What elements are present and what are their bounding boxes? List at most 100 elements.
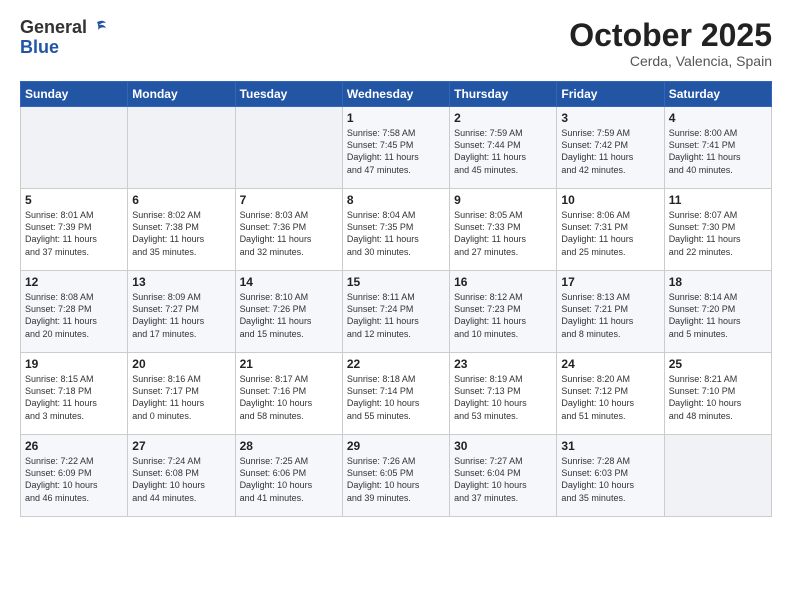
day-number: 16 [454, 275, 552, 289]
day-number: 8 [347, 193, 445, 207]
day-number: 24 [561, 357, 659, 371]
day-info: Sunrise: 8:15 AM Sunset: 7:18 PM Dayligh… [25, 373, 123, 422]
calendar-cell: 19Sunrise: 8:15 AM Sunset: 7:18 PM Dayli… [21, 353, 128, 435]
calendar-cell: 30Sunrise: 7:27 AM Sunset: 6:04 PM Dayli… [450, 435, 557, 517]
weekday-header-saturday: Saturday [664, 82, 771, 107]
day-number: 1 [347, 111, 445, 125]
day-info: Sunrise: 8:03 AM Sunset: 7:36 PM Dayligh… [240, 209, 338, 258]
calendar-week-5: 26 Sunrise: 7:22 AM Sunset: 6:09 PM Dayli… [21, 435, 772, 517]
day-info: Sunrise: 8:11 AM Sunset: 7:24 PM Dayligh… [347, 291, 445, 340]
logo-blue: Blue [20, 38, 107, 58]
calendar-cell: 23 Sunrise: 8:19 AM Sunset: 7:13 PM Dayli… [450, 353, 557, 435]
day-info: Sunrise: 8:10 AM Sunset: 7:26 PM Dayligh… [240, 291, 338, 340]
calendar-cell: 10 Sunrise: 8:06 AM Sunset: 7:31 PM Dayli… [557, 189, 664, 271]
day-info: Sunrise: 8:16 AM Sunset: 7:17 PM Dayligh… [132, 373, 230, 422]
logo: General Blue [20, 18, 107, 58]
day-info: Sunrise: 8:00 AM Sunset: 7:41 PM Dayligh… [669, 127, 767, 176]
calendar-cell: 5 Sunrise: 8:01 AM Sunset: 7:39 PM Daylig… [21, 189, 128, 271]
weekday-header-sunday: Sunday [21, 82, 128, 107]
day-info: Sunrise: 7:28 AM Sunset: 6:03 PM Dayligh… [561, 455, 659, 504]
day-number: 4 [669, 111, 767, 125]
calendar: SundayMondayTuesdayWednesdayThursdayFrid… [20, 81, 772, 517]
day-info: Sunrise: 8:20 AM Sunset: 7:12 PM Dayligh… [561, 373, 659, 422]
day-number: 7 [240, 193, 338, 207]
day-number: 18 [669, 275, 767, 289]
day-number: 5 [25, 193, 123, 207]
logo-general: General [20, 18, 87, 38]
day-info: Sunrise: 7:26 AM Sunset: 6:05 PM Dayligh… [347, 455, 445, 504]
calendar-cell: 6 Sunrise: 8:02 AM Sunset: 7:38 PM Daylig… [128, 189, 235, 271]
day-number: 23 [454, 357, 552, 371]
calendar-cell: 8 Sunrise: 8:04 AM Sunset: 7:35 PM Daylig… [342, 189, 449, 271]
logo-bird-icon [89, 18, 107, 36]
day-info: Sunrise: 8:09 AM Sunset: 7:27 PM Dayligh… [132, 291, 230, 340]
calendar-cell: 4 Sunrise: 8:00 AM Sunset: 7:41 PM Daylig… [664, 107, 771, 189]
day-number: 14 [240, 275, 338, 289]
day-number: 22 [347, 357, 445, 371]
day-info: Sunrise: 8:21 AM Sunset: 7:10 PM Dayligh… [669, 373, 767, 422]
calendar-cell: 21 Sunrise: 8:17 AM Sunset: 7:16 PM Dayli… [235, 353, 342, 435]
day-info: Sunrise: 8:12 AM Sunset: 7:23 PM Dayligh… [454, 291, 552, 340]
day-info: Sunrise: 8:19 AM Sunset: 7:13 PM Dayligh… [454, 373, 552, 422]
calendar-week-3: 12Sunrise: 8:08 AM Sunset: 7:28 PM Dayli… [21, 271, 772, 353]
calendar-week-2: 5 Sunrise: 8:01 AM Sunset: 7:39 PM Daylig… [21, 189, 772, 271]
calendar-cell: 15 Sunrise: 8:11 AM Sunset: 7:24 PM Dayli… [342, 271, 449, 353]
day-info: Sunrise: 7:25 AM Sunset: 6:06 PM Dayligh… [240, 455, 338, 504]
day-number: 25 [669, 357, 767, 371]
day-info: Sunrise: 7:22 AM Sunset: 6:09 PM Dayligh… [25, 455, 123, 504]
calendar-cell: 2Sunrise: 7:59 AM Sunset: 7:44 PM Daylig… [450, 107, 557, 189]
day-info: Sunrise: 8:01 AM Sunset: 7:39 PM Dayligh… [25, 209, 123, 258]
calendar-cell: 16 Sunrise: 8:12 AM Sunset: 7:23 PM Dayli… [450, 271, 557, 353]
day-info: Sunrise: 8:17 AM Sunset: 7:16 PM Dayligh… [240, 373, 338, 422]
calendar-cell: 11 Sunrise: 8:07 AM Sunset: 7:30 PM Dayli… [664, 189, 771, 271]
calendar-cell: 24 Sunrise: 8:20 AM Sunset: 7:12 PM Dayli… [557, 353, 664, 435]
day-number: 29 [347, 439, 445, 453]
day-info: Sunrise: 8:04 AM Sunset: 7:35 PM Dayligh… [347, 209, 445, 258]
day-number: 11 [669, 193, 767, 207]
weekday-header-monday: Monday [128, 82, 235, 107]
day-info: Sunrise: 8:14 AM Sunset: 7:20 PM Dayligh… [669, 291, 767, 340]
day-number: 17 [561, 275, 659, 289]
day-number: 13 [132, 275, 230, 289]
day-info: Sunrise: 8:08 AM Sunset: 7:28 PM Dayligh… [25, 291, 123, 340]
day-number: 3 [561, 111, 659, 125]
calendar-cell: 17Sunrise: 8:13 AM Sunset: 7:21 PM Dayli… [557, 271, 664, 353]
weekday-header-tuesday: Tuesday [235, 82, 342, 107]
calendar-cell: 1 Sunrise: 7:58 AM Sunset: 7:45 PM Daylig… [342, 107, 449, 189]
day-number: 20 [132, 357, 230, 371]
calendar-cell: 29 Sunrise: 7:26 AM Sunset: 6:05 PM Dayli… [342, 435, 449, 517]
calendar-header-row: SundayMondayTuesdayWednesdayThursdayFrid… [21, 82, 772, 107]
day-number: 9 [454, 193, 552, 207]
calendar-cell: 22 Sunrise: 8:18 AM Sunset: 7:14 PM Dayli… [342, 353, 449, 435]
day-number: 26 [25, 439, 123, 453]
calendar-cell: 14 Sunrise: 8:10 AM Sunset: 7:26 PM Dayli… [235, 271, 342, 353]
calendar-cell: 28Sunrise: 7:25 AM Sunset: 6:06 PM Dayli… [235, 435, 342, 517]
day-number: 15 [347, 275, 445, 289]
day-number: 27 [132, 439, 230, 453]
calendar-cell: 27Sunrise: 7:24 AM Sunset: 6:08 PM Dayli… [128, 435, 235, 517]
day-info: Sunrise: 8:07 AM Sunset: 7:30 PM Dayligh… [669, 209, 767, 258]
page: General Blue October 2025 Cerda, Valenci… [0, 0, 792, 527]
day-info: Sunrise: 8:05 AM Sunset: 7:33 PM Dayligh… [454, 209, 552, 258]
day-info: Sunrise: 7:59 AM Sunset: 7:42 PM Dayligh… [561, 127, 659, 176]
calendar-cell: 18 Sunrise: 8:14 AM Sunset: 7:20 PM Dayli… [664, 271, 771, 353]
calendar-cell [21, 107, 128, 189]
title-block: October 2025 Cerda, Valencia, Spain [569, 18, 772, 69]
day-info: Sunrise: 7:58 AM Sunset: 7:45 PM Dayligh… [347, 127, 445, 176]
day-number: 10 [561, 193, 659, 207]
month-title: October 2025 [569, 18, 772, 53]
day-info: Sunrise: 8:02 AM Sunset: 7:38 PM Dayligh… [132, 209, 230, 258]
day-number: 2 [454, 111, 552, 125]
weekday-header-wednesday: Wednesday [342, 82, 449, 107]
calendar-cell [664, 435, 771, 517]
calendar-cell: 26 Sunrise: 7:22 AM Sunset: 6:09 PM Dayli… [21, 435, 128, 517]
header: General Blue October 2025 Cerda, Valenci… [20, 18, 772, 69]
calendar-cell [235, 107, 342, 189]
day-number: 6 [132, 193, 230, 207]
day-info: Sunrise: 7:27 AM Sunset: 6:04 PM Dayligh… [454, 455, 552, 504]
day-number: 21 [240, 357, 338, 371]
day-info: Sunrise: 8:06 AM Sunset: 7:31 PM Dayligh… [561, 209, 659, 258]
calendar-cell: 12Sunrise: 8:08 AM Sunset: 7:28 PM Dayli… [21, 271, 128, 353]
calendar-cell: 25 Sunrise: 8:21 AM Sunset: 7:10 PM Dayli… [664, 353, 771, 435]
day-info: Sunrise: 8:18 AM Sunset: 7:14 PM Dayligh… [347, 373, 445, 422]
